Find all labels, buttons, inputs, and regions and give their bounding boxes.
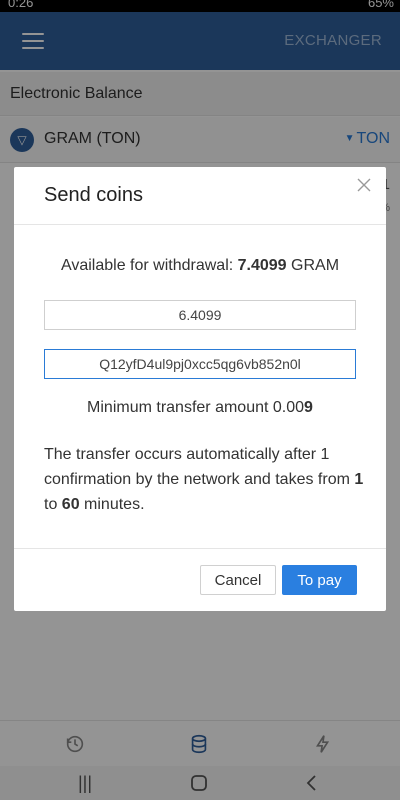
info-part1: The transfer occurs automatically after … [44, 446, 355, 488]
send-coins-dialog: Send coins Available for withdrawal: 7.4… [14, 167, 386, 611]
close-icon[interactable] [356, 177, 372, 193]
min-transfer-label: Minimum transfer amount 0.00 [87, 399, 305, 416]
available-label: Available for withdrawal: [60, 257, 238, 274]
cancel-button[interactable]: Cancel [200, 565, 276, 595]
available-unit: GRAM [286, 257, 340, 274]
dialog-title: Send coins [44, 184, 143, 206]
pay-button[interactable]: To pay [282, 565, 357, 595]
minimum-transfer-text: Minimum transfer amount 0.009 [14, 399, 386, 417]
dialog-footer: Cancel To pay [14, 548, 386, 611]
available-amount: 7.4099 [237, 257, 287, 274]
transfer-info-text: The transfer occurs automatically after … [44, 442, 364, 517]
info-max: 60 [61, 496, 80, 513]
available-balance: Available for withdrawal: 7.4099 GRAM [14, 257, 386, 275]
info-min: 1 [354, 471, 364, 488]
info-part2: minutes. [79, 496, 145, 513]
info-to: to [44, 496, 62, 513]
amount-input[interactable] [44, 300, 356, 330]
dialog-header: Send coins [14, 167, 386, 225]
min-transfer-bold: 9 [304, 399, 313, 416]
address-input[interactable] [44, 349, 356, 379]
